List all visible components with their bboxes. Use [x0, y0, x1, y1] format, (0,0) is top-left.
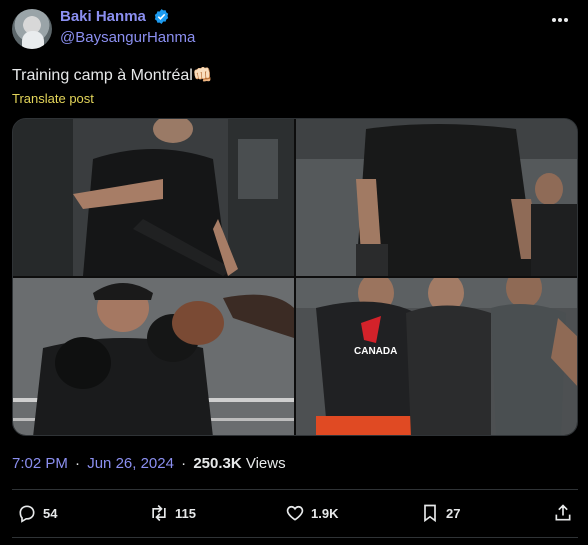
like-button[interactable]: 1.9K	[285, 498, 338, 528]
tweet-text: Training camp à Montréal👊🏻	[12, 65, 213, 85]
display-name[interactable]: Baki Hanma	[60, 8, 146, 25]
action-bar: 54 115 1.9K 27	[12, 498, 578, 528]
like-count: 1.9K	[311, 505, 339, 521]
views-count: 250.3K	[193, 455, 242, 472]
views-label: Views	[245, 455, 286, 472]
handle[interactable]: @BaysangurHanma	[60, 29, 195, 46]
tweet-meta: 7:02 PM · Jun 26, 2024 · 250.3K Views	[12, 455, 286, 472]
avatar[interactable]	[12, 9, 52, 49]
bookmark-icon	[424, 504, 436, 523]
tweet-body: Training camp à Montréal	[12, 67, 193, 84]
divider-top	[12, 489, 578, 490]
repost-button[interactable]: 115	[149, 498, 196, 528]
media-grid: CANADA	[12, 118, 578, 436]
reply-icon	[19, 505, 35, 523]
tweet-date[interactable]: Jun 26, 2024	[87, 455, 174, 472]
translate-link[interactable]: Translate post	[12, 91, 94, 106]
reply-button[interactable]: 54	[17, 498, 57, 528]
bookmark-button[interactable]: 27	[420, 498, 460, 528]
verified-badge-icon	[155, 9, 169, 25]
photo-3[interactable]	[13, 278, 294, 435]
shirt-text: CANADA	[354, 346, 397, 357]
author-names: Baki Hanma @BaysangurHanma	[60, 8, 195, 46]
tweet-header: Baki Hanma @BaysangurHanma	[12, 8, 576, 52]
more-icon[interactable]	[548, 10, 572, 30]
divider-bottom	[12, 537, 578, 538]
photo-2[interactable]	[296, 119, 577, 276]
share-icon	[555, 504, 571, 521]
photo-1[interactable]	[13, 119, 294, 276]
bookmark-count: 27	[446, 505, 461, 521]
tweet-time[interactable]: 7:02 PM	[12, 455, 68, 472]
repost-icon	[152, 504, 166, 522]
share-button[interactable]	[553, 498, 573, 528]
repost-count: 115	[175, 505, 196, 521]
photo-4[interactable]: CANADA	[296, 278, 577, 435]
like-icon	[286, 505, 304, 521]
reply-count: 54	[43, 505, 58, 521]
meta-separator: ·	[181, 455, 187, 472]
date-separator: ·	[75, 455, 81, 472]
fist-emoji: 👊🏻	[192, 67, 213, 84]
